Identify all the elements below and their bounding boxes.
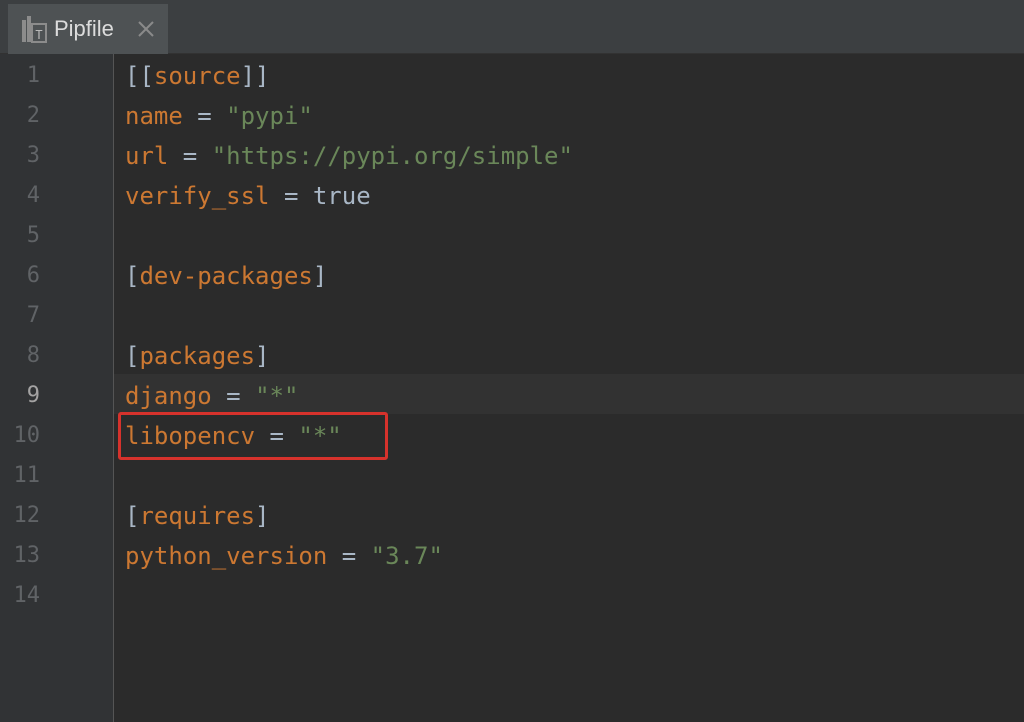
assign-operator: = (182, 102, 227, 130)
config-key: python_version (125, 542, 328, 570)
string-value: "pypi" (226, 102, 313, 130)
section-name: packages (139, 342, 256, 370)
line-number: 11 (13, 463, 41, 488)
string-value: "3.7" (370, 542, 443, 570)
config-key: django (125, 382, 212, 410)
code-line[interactable]: url = "https://pypi.org/simple" (125, 136, 573, 176)
section-bracket-close: ] (255, 502, 270, 530)
line-number: 12 (13, 503, 41, 528)
tab-label: Pipfile (54, 16, 114, 41)
line-number: 4 (26, 183, 40, 208)
annotation-highlight-box (118, 412, 388, 460)
string-value: "https://pypi.org/simple" (211, 142, 573, 170)
section-bracket-close: ] (255, 342, 270, 370)
section-bracket-close: ]] (240, 62, 270, 90)
assign-operator: = (211, 382, 256, 410)
assign-operator: = (269, 182, 313, 210)
section-bracket-open: [ (125, 342, 140, 370)
config-key: verify_ssl (125, 182, 270, 210)
section-bracket-open: [ (125, 502, 140, 530)
code-line[interactable]: name = "pypi" (125, 96, 313, 136)
line-number: 5 (26, 223, 40, 248)
line-number: 8 (26, 343, 40, 368)
boolean-value: true (312, 182, 371, 210)
assign-operator: = (327, 542, 371, 570)
config-key: name (125, 102, 183, 130)
config-key: url (125, 142, 169, 170)
close-icon[interactable] (136, 19, 156, 39)
code-line[interactable]: [[source]] (125, 56, 270, 96)
line-number: 10 (13, 423, 41, 448)
code-editor[interactable]: 1 2 3 4 5 6 7 8 9 10 11 12 13 14 [[source]] name = "py… (0, 54, 1024, 722)
code-line[interactable]: [dev-packages] (125, 256, 327, 296)
line-number: 7 (26, 303, 40, 328)
line-number: 3 (26, 143, 40, 168)
code-line[interactable]: [packages] (125, 336, 270, 376)
svg-text:T: T (35, 28, 42, 42)
pipfile-icon: T (20, 14, 50, 46)
section-bracket-open: [[ (125, 62, 154, 90)
code-line[interactable]: python_version = "3.7" (125, 536, 443, 576)
line-number: 9 (26, 383, 40, 408)
code-line[interactable]: [requires] (125, 496, 270, 536)
line-number: 1 (26, 63, 40, 88)
line-number: 6 (26, 263, 40, 288)
assign-operator: = (168, 142, 212, 170)
code-line[interactable]: verify_ssl = true (125, 176, 371, 216)
code-line[interactable]: django = "*" (125, 376, 298, 416)
line-number: 14 (13, 583, 41, 608)
string-value: "*" (255, 382, 299, 410)
section-name: dev-packages (139, 262, 313, 290)
section-name: source (153, 62, 241, 90)
tab-bar: T Pipfile (0, 0, 1024, 54)
tab-pipfile[interactable]: T Pipfile (8, 4, 168, 54)
line-number: 2 (26, 103, 40, 128)
line-number: 13 (13, 543, 41, 568)
section-bracket-open: [ (125, 262, 140, 290)
section-bracket-close: ] (312, 262, 328, 290)
section-name: requires (139, 502, 256, 530)
editor-window: T Pipfile 1 2 3 4 5 6 7 8 9 10 11 12 13 14 [[source]]… (0, 0, 1024, 722)
